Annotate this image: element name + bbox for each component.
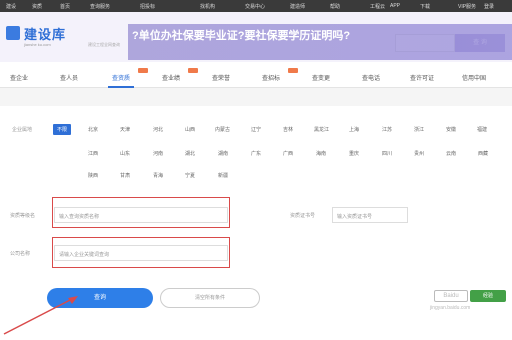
- topbar-link[interactable]: 首页: [60, 3, 70, 10]
- topbar-link[interactable]: 招投标: [140, 3, 155, 10]
- province-option[interactable]: 江西: [88, 150, 98, 157]
- qualification-name-label: 资质等级名: [10, 213, 36, 219]
- province-option[interactable]: 安徽: [446, 126, 456, 133]
- jingyan-badge: 经验: [470, 290, 506, 302]
- province-option[interactable]: 天津: [120, 126, 130, 133]
- topbar-link[interactable]: 建设: [6, 3, 16, 10]
- province-option[interactable]: 青海: [153, 172, 163, 179]
- qualification-name-input[interactable]: 输入查询资质名称: [54, 207, 228, 223]
- province-option[interactable]: 吉林: [283, 126, 293, 133]
- login-link[interactable]: 登录: [484, 3, 494, 10]
- page-title: ?单位办社保要毕业证?要社保要学历证明吗?: [132, 30, 351, 42]
- province-option[interactable]: 云南: [446, 150, 456, 157]
- province-option[interactable]: 江苏: [382, 126, 392, 133]
- nav-item[interactable]: 查荣誉: [212, 73, 230, 82]
- region-label: 企业属地: [12, 127, 33, 133]
- topbar-link[interactable]: 找机构: [200, 3, 215, 10]
- province-option[interactable]: 福建: [477, 126, 487, 133]
- province-option[interactable]: 甘肃: [120, 172, 130, 179]
- province-option[interactable]: 新疆: [218, 172, 228, 179]
- province-option[interactable]: 山西: [185, 126, 195, 133]
- nav-item[interactable]: 查人员: [60, 73, 78, 82]
- province-option[interactable]: 上海: [349, 126, 359, 133]
- province-option[interactable]: 湖南: [218, 150, 228, 157]
- nav-item-active[interactable]: 查资质: [112, 73, 130, 82]
- clear-filters-button[interactable]: 清空所有条件: [160, 288, 260, 308]
- section-divider: [0, 88, 512, 106]
- province-option[interactable]: 辽宁: [251, 126, 261, 133]
- watermark-url: jingyan.baidu.com: [430, 305, 471, 311]
- province-option[interactable]: 河北: [153, 126, 163, 133]
- topbar-link[interactable]: APP: [390, 3, 400, 9]
- nav-item[interactable]: 查招标: [262, 73, 280, 82]
- province-option[interactable]: 贵州: [414, 150, 424, 157]
- logo-icon[interactable]: [6, 26, 20, 40]
- topbar-link[interactable]: 工程云: [370, 3, 385, 10]
- nav-item[interactable]: 查变更: [312, 73, 330, 82]
- logo-subtitle: jianshe ku.com: [24, 42, 51, 47]
- province-option[interactable]: 广西: [283, 150, 293, 157]
- hot-badge: [288, 68, 298, 73]
- province-option[interactable]: 内蒙古: [215, 126, 230, 133]
- province-option[interactable]: 湖北: [185, 150, 195, 157]
- hot-badge: [138, 68, 148, 73]
- province-option[interactable]: 西藏: [478, 150, 488, 157]
- topbar-link[interactable]: 交易中心: [245, 3, 265, 10]
- province-option[interactable]: 宁夏: [185, 172, 195, 179]
- logo-title[interactable]: 建设库: [24, 24, 66, 43]
- nav-item[interactable]: 查电话: [362, 73, 380, 82]
- topbar-link[interactable]: VIP服务: [458, 3, 476, 10]
- topbar-link[interactable]: 资质: [32, 3, 42, 10]
- province-option[interactable]: 黑龙江: [314, 126, 329, 133]
- province-option[interactable]: 重庆: [349, 150, 359, 157]
- hot-badge: [188, 68, 198, 73]
- topbar-link[interactable]: 查询服务: [90, 3, 110, 10]
- nav-item[interactable]: 查许可证: [410, 73, 434, 82]
- annotation-arrow: [3, 296, 78, 335]
- main-nav: 查企业 查人员 查资质 查业绩 查荣誉 查招标 查变更 查电话 查许可证 信用中…: [0, 66, 512, 88]
- certificate-number-input[interactable]: 输入资质证书号: [332, 207, 408, 223]
- province-option[interactable]: 浙江: [414, 126, 424, 133]
- header-note: 建设工程全网查询: [88, 42, 120, 47]
- province-option[interactable]: 海南: [316, 150, 326, 157]
- province-option[interactable]: 山东: [120, 150, 130, 157]
- company-name-label: 公司名称: [10, 251, 31, 257]
- province-option[interactable]: 广东: [251, 150, 261, 157]
- province-option[interactable]: 陕西: [88, 172, 98, 179]
- nav-item[interactable]: 查企业: [10, 73, 28, 82]
- province-option[interactable]: 河南: [153, 150, 163, 157]
- topbar-link[interactable]: 帮助: [330, 3, 340, 10]
- province-option[interactable]: 四川: [382, 150, 392, 157]
- nav-item[interactable]: 查业绩: [162, 73, 180, 82]
- certificate-number-label: 资质证书号: [290, 213, 316, 219]
- nav-item[interactable]: 信用中国: [462, 73, 486, 82]
- top-bar: 建设 资质 首页 查询服务 招投标 找机构 交易中心 建造师 帮助 工程云 AP…: [0, 0, 512, 12]
- topbar-link[interactable]: 建造师: [290, 3, 305, 10]
- topbar-link[interactable]: 下载: [420, 3, 430, 10]
- province-option[interactable]: 不限: [53, 124, 72, 135]
- baidu-watermark: Baidu: [434, 290, 468, 302]
- province-option[interactable]: 北京: [88, 126, 98, 133]
- company-name-input[interactable]: 请输入企业关键词查询: [54, 245, 228, 261]
